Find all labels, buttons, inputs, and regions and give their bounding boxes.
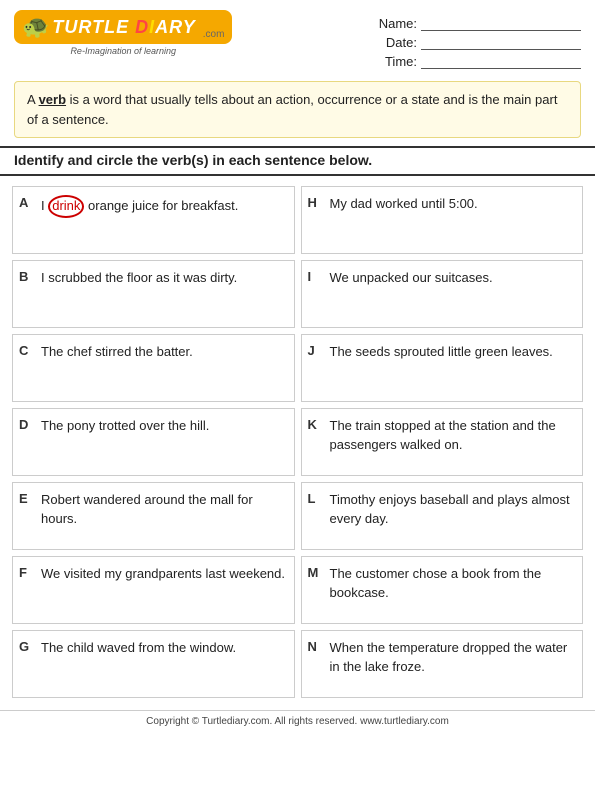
card-b-label: B <box>19 269 35 284</box>
card-d-label: D <box>19 417 35 432</box>
card-h-text: My dad worked until 5:00. <box>330 195 575 214</box>
name-line <box>421 17 581 31</box>
card-j-text: The seeds sprouted little green leaves. <box>330 343 575 362</box>
card-b-text: I scrubbed the floor as it was dirty. <box>41 269 286 288</box>
card-g: G The child waved from the window. <box>12 630 295 698</box>
card-j-label: J <box>308 343 324 358</box>
time-label: Time: <box>377 54 417 69</box>
logo-text: TURTLE DIARY <box>52 17 195 38</box>
card-h-label: H <box>308 195 324 210</box>
card-h: H My dad worked until 5:00. <box>301 186 584 254</box>
definition-before: A <box>27 92 39 107</box>
date-label: Date: <box>377 35 417 50</box>
card-l: L Timothy enjoys baseball and plays almo… <box>301 482 584 550</box>
header: 🐢 TURTLE DIARY .com Re-Imagination of le… <box>0 0 595 75</box>
card-g-label: G <box>19 639 35 654</box>
card-m-label: M <box>308 565 324 580</box>
name-fields: Name: Date: Time: <box>377 16 581 69</box>
card-b: B I scrubbed the floor as it was dirty. <box>12 260 295 328</box>
card-a-label: A <box>19 195 35 210</box>
definition-after: is a word that usually tells about an ac… <box>27 92 557 127</box>
date-row: Date: <box>377 35 581 50</box>
card-m-text: The customer chose a book from the bookc… <box>330 565 575 603</box>
cards-grid: A I drink orange juice for breakfast. H … <box>0 182 595 702</box>
logo: 🐢 TURTLE DIARY .com Re-Imagination of le… <box>14 10 232 56</box>
card-f: F We visited my grandparents last weeken… <box>12 556 295 624</box>
card-l-text: Timothy enjoys baseball and plays almost… <box>330 491 575 529</box>
card-k-text: The train stopped at the station and the… <box>330 417 575 455</box>
card-e: E Robert wandered around the mall for ho… <box>12 482 295 550</box>
card-e-label: E <box>19 491 35 506</box>
logo-image: 🐢 TURTLE DIARY .com <box>14 10 232 44</box>
card-a: A I drink orange juice for breakfast. <box>12 186 295 254</box>
time-row: Time: <box>377 54 581 69</box>
card-n-text: When the temperature dropped the water i… <box>330 639 575 677</box>
card-a-text: I drink orange juice for breakfast. <box>41 195 286 218</box>
date-line <box>421 36 581 50</box>
definition-verb: verb <box>39 92 66 107</box>
name-row: Name: <box>377 16 581 31</box>
circled-word: drink <box>48 195 84 218</box>
card-f-text: We visited my grandparents last weekend. <box>41 565 286 584</box>
card-l-label: L <box>308 491 324 506</box>
definition-box: A verb is a word that usually tells abou… <box>14 81 581 138</box>
logo-com: .com <box>203 29 225 40</box>
card-d: D The pony trotted over the hill. <box>12 408 295 476</box>
card-e-text: Robert wandered around the mall for hour… <box>41 491 286 529</box>
card-f-label: F <box>19 565 35 580</box>
turtle-icon: 🐢 <box>22 14 49 40</box>
card-n-label: N <box>308 639 324 654</box>
time-line <box>421 55 581 69</box>
card-d-text: The pony trotted over the hill. <box>41 417 286 436</box>
card-k: K The train stopped at the station and t… <box>301 408 584 476</box>
card-j: J The seeds sprouted little green leaves… <box>301 334 584 402</box>
footer: Copyright © Turtlediary.com. All rights … <box>0 710 595 731</box>
card-n: N When the temperature dropped the water… <box>301 630 584 698</box>
name-label: Name: <box>377 16 417 31</box>
card-c: C The chef stirred the batter. <box>12 334 295 402</box>
card-c-text: The chef stirred the batter. <box>41 343 286 362</box>
card-c-label: C <box>19 343 35 358</box>
card-i-label: I <box>308 269 324 284</box>
instruction: Identify and circle the verb(s) in each … <box>0 146 595 176</box>
card-k-label: K <box>308 417 324 432</box>
card-i-text: We unpacked our suitcases. <box>330 269 575 288</box>
card-m: M The customer chose a book from the boo… <box>301 556 584 624</box>
card-g-text: The child waved from the window. <box>41 639 286 658</box>
card-i: I We unpacked our suitcases. <box>301 260 584 328</box>
logo-subtitle: Re-Imagination of learning <box>70 46 176 56</box>
